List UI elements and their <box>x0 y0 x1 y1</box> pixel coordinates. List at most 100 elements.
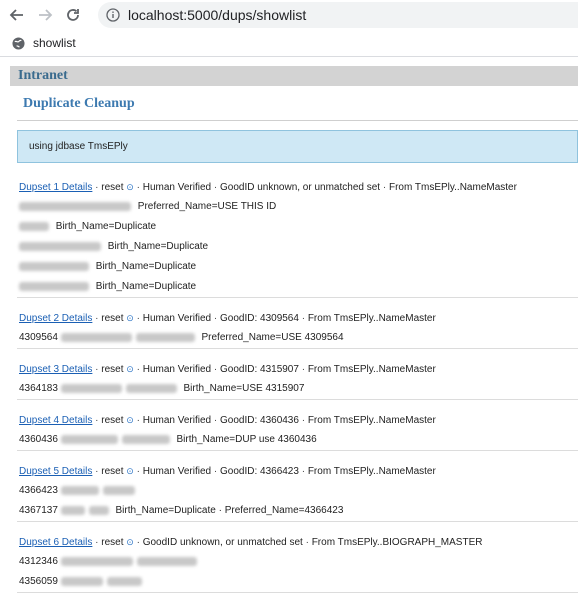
forward-arrow-icon <box>39 9 53 21</box>
verification-status: Human Verified <box>142 313 212 324</box>
info-message: using jdbase TmsEPly <box>17 130 578 163</box>
goodid-text: GoodID unknown, or unmatched set <box>142 537 303 548</box>
page-title: Duplicate Cleanup <box>23 96 135 111</box>
source-text: From TmsEPly..NameMaster <box>307 313 436 324</box>
dupset: Dupset 1 Details · reset ⊙ · Human Verif… <box>17 172 578 298</box>
dupset-list: Dupset 1 Details · reset ⊙ · Human Verif… <box>17 172 578 598</box>
dupset: Dupset 5 Details · reset ⊙ · Human Verif… <box>17 456 578 522</box>
dupset: Dupset 3 Details · reset ⊙ · Human Verif… <box>17 354 578 400</box>
undo-icon[interactable]: ⊙ <box>126 177 134 197</box>
source-text: From TmsEPly..NameMaster <box>307 466 436 477</box>
separator: · <box>211 466 220 477</box>
record-note: Birth_Name=Duplicate <box>95 281 197 292</box>
reset-link[interactable]: reset <box>101 182 123 193</box>
redacted-name <box>135 332 195 342</box>
info-icon[interactable] <box>106 8 120 22</box>
bookmark-showlist[interactable]: showlist <box>33 36 76 50</box>
dupset-row: 4312346 <box>19 552 578 572</box>
separator: · <box>211 415 220 426</box>
separator: · <box>211 182 220 193</box>
separator: · <box>133 313 143 324</box>
dupset-header: Dupset 2 Details · reset ⊙ · Human Verif… <box>19 308 578 328</box>
undo-icon[interactable]: ⊙ <box>126 461 134 481</box>
redacted-name <box>60 383 122 393</box>
redacted-name <box>19 221 49 231</box>
separator: · <box>92 415 102 426</box>
goodid-text: GoodID: 4309564 <box>219 313 299 324</box>
separator: · <box>298 364 308 375</box>
redacted-name <box>88 505 109 515</box>
redacted-name <box>121 434 170 444</box>
url-text: localhost:5000/dups/showlist <box>128 7 307 23</box>
dupset-details-link[interactable]: Dupset 2 Details <box>19 313 92 324</box>
dupset-details-link[interactable]: Dupset 5 Details <box>19 466 92 477</box>
dupset-details-link[interactable]: Dupset 6 Details <box>19 537 92 548</box>
dupset-header: Dupset 1 Details · reset ⊙ · Human Verif… <box>19 177 578 197</box>
separator: · <box>92 537 102 548</box>
separator: · <box>133 466 143 477</box>
forward-button[interactable] <box>34 4 56 26</box>
record-id: 4360436 <box>19 434 58 445</box>
reset-link[interactable]: reset <box>101 415 123 426</box>
dupset-row: Birth_Name=Duplicate <box>19 237 578 257</box>
dupset: Dupset 2 Details · reset ⊙ · Human Verif… <box>17 303 578 349</box>
dupset-header: Dupset 4 Details · reset ⊙ · Human Verif… <box>19 410 578 430</box>
reload-button[interactable] <box>62 4 84 26</box>
redacted-name <box>19 261 89 271</box>
record-note: Birth_Name=Duplicate <box>107 241 209 252</box>
redacted-name <box>125 383 177 393</box>
dupset-details-link[interactable]: Dupset 1 Details <box>19 182 92 193</box>
dupset-row: 4309564 Preferred_Name=USE 4309564 <box>19 328 578 348</box>
undo-icon[interactable]: ⊙ <box>126 532 134 552</box>
separator: · <box>211 364 220 375</box>
record-note: Birth_Name=Duplicate · Preferred_Name=43… <box>115 505 344 516</box>
redacted-name <box>19 201 131 211</box>
dupset-header: Dupset 6 Details · reset ⊙ · GoodID unkn… <box>19 532 578 552</box>
reset-link[interactable]: reset <box>101 466 123 477</box>
separator: · <box>133 364 143 375</box>
separator: · <box>133 415 143 426</box>
undo-icon[interactable]: ⊙ <box>126 359 134 379</box>
bookmarks-bar: showlist <box>0 30 578 57</box>
source-text: From TmsEPly..NameMaster <box>388 182 517 193</box>
redacted-name <box>19 281 89 291</box>
record-note: Birth_Name=Duplicate <box>95 261 197 272</box>
record-id: 4366423 <box>19 485 58 496</box>
separator: · <box>298 466 308 477</box>
dupset-details-link[interactable]: Dupset 3 Details <box>19 364 92 375</box>
redacted-name <box>60 332 132 342</box>
record-note: Birth_Name=USE 4315907 <box>183 383 305 394</box>
separator: · <box>133 537 143 548</box>
record-id: 4364183 <box>19 383 58 394</box>
undo-icon[interactable]: ⊙ <box>126 308 134 328</box>
separator: · <box>92 466 102 477</box>
record-note: Preferred_Name=USE THIS ID <box>137 201 277 212</box>
redacted-name <box>60 434 118 444</box>
reset-link[interactable]: reset <box>101 313 123 324</box>
redacted-name <box>60 576 103 586</box>
reset-link[interactable]: reset <box>101 537 123 548</box>
separator: · <box>92 364 102 375</box>
back-button[interactable] <box>6 4 28 26</box>
address-bar[interactable]: localhost:5000/dups/showlist <box>98 2 578 28</box>
reset-link[interactable]: reset <box>101 364 123 375</box>
goodid-text: GoodID: 4360436 <box>219 415 299 426</box>
verification-status: Human Verified <box>142 182 212 193</box>
record-note: Birth_Name=DUP use 4360436 <box>176 434 317 445</box>
dupset-details-link[interactable]: Dupset 4 Details <box>19 415 92 426</box>
goodid-text: GoodID unknown, or unmatched set <box>219 182 381 193</box>
dupset-header: Dupset 3 Details · reset ⊙ · Human Verif… <box>19 359 578 379</box>
undo-icon[interactable]: ⊙ <box>126 410 134 430</box>
dupset-row: Birth_Name=Duplicate <box>19 277 578 297</box>
dupset-row: Birth_Name=Duplicate <box>19 257 578 277</box>
redacted-name <box>60 485 99 495</box>
redacted-name <box>136 556 197 566</box>
separator: · <box>211 313 220 324</box>
dupset-row: 4364183 Birth_Name=USE 4315907 <box>19 379 578 399</box>
dupset-row: 4367137 Birth_Name=Duplicate · Preferred… <box>19 501 578 521</box>
dupset-row: Preferred_Name=USE THIS ID <box>19 197 578 217</box>
record-note: Preferred_Name=USE 4309564 <box>201 332 344 343</box>
dupset-row: 4360436 Birth_Name=DUP use 4360436 <box>19 430 578 450</box>
goodid-text: GoodID: 4366423 <box>219 466 299 477</box>
verification-status: Human Verified <box>142 466 212 477</box>
